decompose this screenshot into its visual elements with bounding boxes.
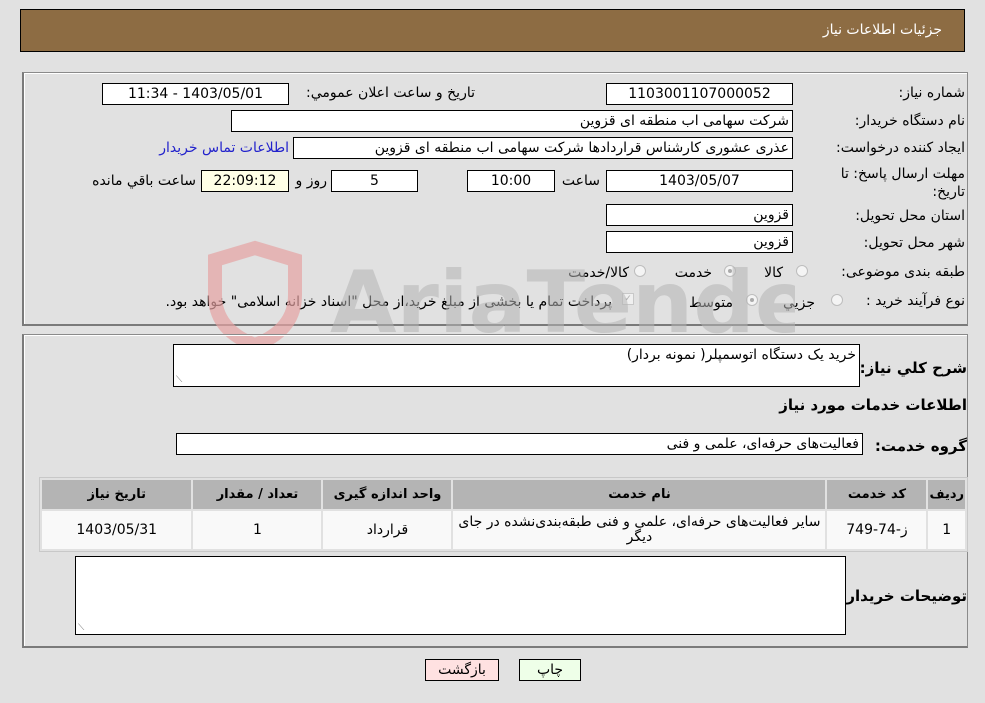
service-group-label: گروه خدمت: (874, 437, 967, 455)
remaining-time-field: 22:09:12 (201, 170, 289, 192)
cell-quantity: 1 (193, 511, 322, 549)
purchase-type-option-minor: جزيي (783, 295, 815, 311)
category-radio-service[interactable] (724, 265, 736, 277)
need-number-label: شماره نیاز: (898, 85, 966, 101)
col-header-unit: واحد اندازه گیری (323, 480, 452, 509)
service-group-field: فعالیت‌های حرفه‌ای، علمی و فنی (176, 433, 863, 455)
deadline-label: مهلت ارسال پاسخ: تا تاریخ: (840, 166, 965, 200)
purchase-type-radio-minor[interactable] (831, 294, 843, 306)
deadline-date-field: 1403/05/07 (606, 170, 793, 192)
category-option-goods: کالا (764, 265, 783, 281)
delivery-city-label: شهر محل تحویل: (863, 235, 965, 251)
cell-row-no: 1 (928, 511, 965, 549)
description-textarea[interactable]: خرید یک دستگاه اتوسمپلر( نمونه بردار) ⟋ (173, 344, 860, 387)
need-number-field: 1103001107000052 (606, 83, 793, 105)
treasury-note: پرداخت تمام یا بخشی از مبلغ خرید،از محل … (165, 294, 612, 310)
requester-label: ایجاد کننده درخواست: (836, 140, 965, 156)
table-row: 1 ز-74-749 سایر فعالیت‌های حرفه‌ای، علمی… (42, 511, 965, 549)
purchase-type-radio-medium[interactable] (746, 294, 758, 306)
resize-grip-icon[interactable]: ⟋ (78, 623, 84, 633)
page-header: جزئيات اطلاعات نياز (20, 9, 965, 52)
deadline-days-field: 5 (331, 170, 418, 192)
cell-service-name: سایر فعالیت‌های حرفه‌ای، علمی و فنی طبقه… (453, 511, 826, 549)
print-button[interactable]: چاپ (519, 659, 581, 681)
buyer-org-label: نام دستگاه خریدار: (854, 113, 965, 129)
delivery-province-label: استان محل تحویل: (855, 208, 965, 224)
category-option-goods-service: کالا/خدمت (568, 265, 629, 281)
remaining-time-label: ساعت باقي مانده (92, 173, 196, 189)
category-option-service: خدمت (674, 265, 712, 281)
delivery-province-field: قزوین (606, 204, 793, 226)
category-label: طبقه بندی موضوعی: (841, 264, 965, 280)
purchase-type-option-medium: متوسط (689, 295, 733, 311)
delivery-city-field: قزوین (606, 231, 793, 253)
page-title: جزئيات اطلاعات نياز (822, 22, 942, 38)
services-table: ردیف کد خدمت نام خدمت واحد اندازه گیری ت… (39, 477, 968, 552)
purchase-type-label: نوع فرآیند خرید : (866, 293, 965, 309)
col-header-service-name: نام خدمت (453, 480, 826, 509)
col-header-quantity: تعداد / مقدار (193, 480, 322, 509)
deadline-time-field: 10:00 (467, 170, 555, 192)
announce-datetime-field: 1403/05/01 - 11:34 (102, 83, 289, 105)
category-radio-goods[interactable] (796, 265, 808, 277)
requester-field: عذری عشوری کارشناس قراردادها شرکت سهامی … (293, 137, 793, 159)
announce-datetime-label: تاريخ و ساعت اعلان عمومي: (306, 85, 475, 101)
cell-unit: قرارداد (323, 511, 452, 549)
category-radio-goods-service[interactable] (634, 265, 646, 277)
table-header-row: ردیف کد خدمت نام خدمت واحد اندازه گیری ت… (42, 480, 965, 509)
col-header-row-no: ردیف (928, 480, 965, 509)
description-label: شرح كلي نياز: (859, 359, 967, 377)
services-heading: اطلاعات خدمات مورد نياز (779, 396, 967, 414)
cell-need-date: 1403/05/31 (42, 511, 192, 549)
cell-service-code: ز-74-749 (827, 511, 927, 549)
col-header-service-code: کد خدمت (827, 480, 927, 509)
resize-grip-icon[interactable]: ⟋ (176, 375, 182, 385)
deadline-time-label: ساعت (561, 173, 600, 189)
col-header-need-date: تاریخ نیاز (42, 480, 192, 509)
buyer-notes-textarea[interactable]: ⟋ (75, 556, 846, 635)
treasury-checkbox[interactable]: ✓ (622, 293, 634, 305)
description-text: خرید یک دستگاه اتوسمپلر( نمونه بردار) (626, 347, 856, 363)
days-label: روز و (295, 173, 328, 189)
buyer-contact-link[interactable]: اطلاعات تماس خریدار (159, 140, 289, 156)
buyer-notes-label: توضيحات خريدار: (840, 587, 967, 605)
buyer-org-field: شرکت سهامی اب منطقه ای قزوین (231, 110, 793, 132)
back-button[interactable]: بازگشت (425, 659, 499, 681)
